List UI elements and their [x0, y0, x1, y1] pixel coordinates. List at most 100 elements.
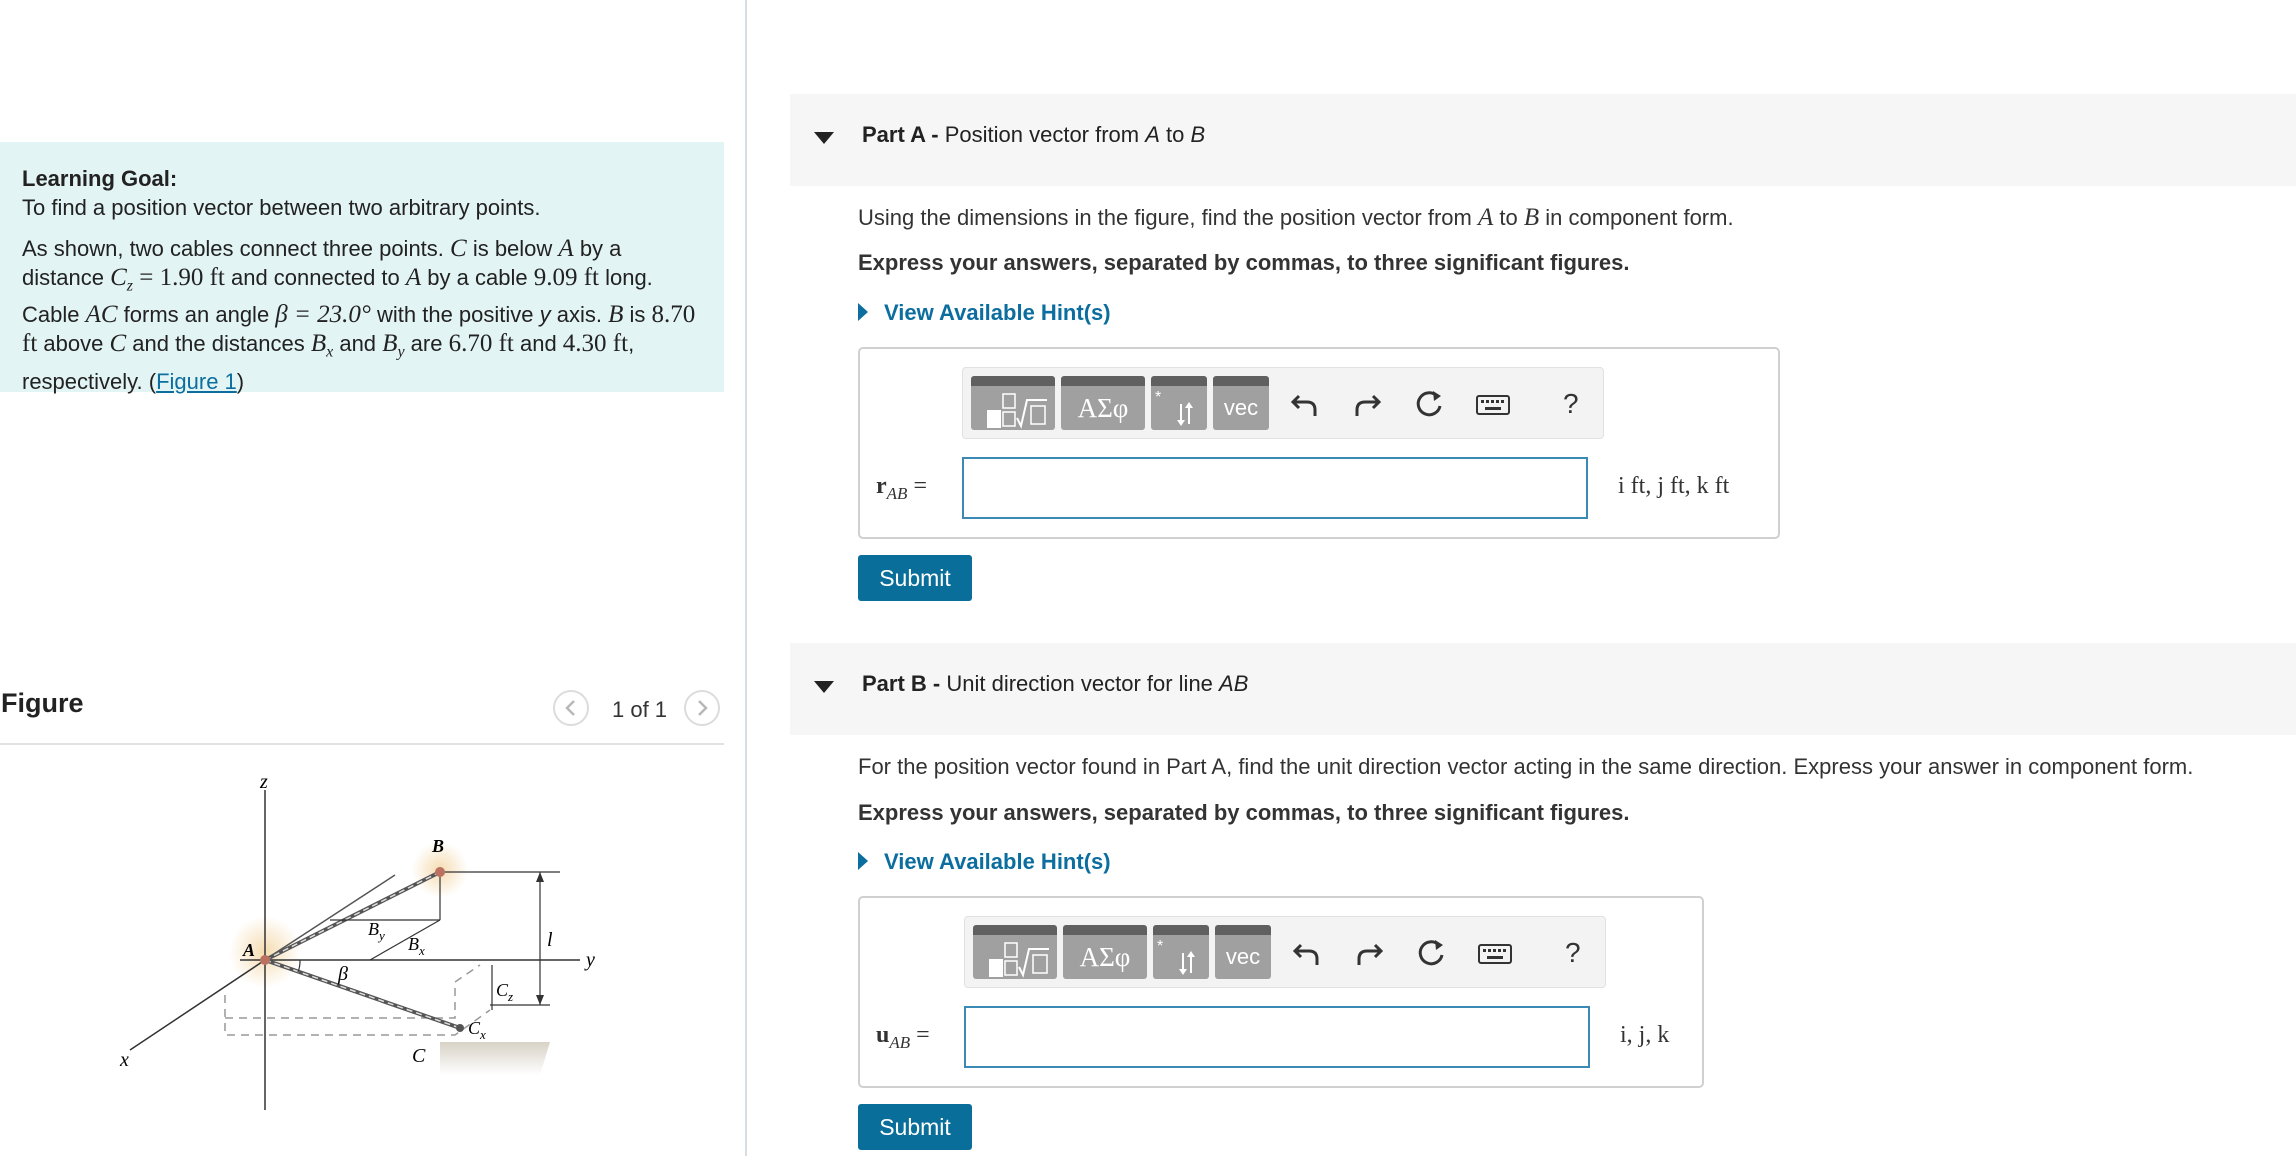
math-Bx: B [310, 330, 327, 358]
text: and connected to [224, 265, 406, 290]
reset-icon[interactable] [1413, 388, 1445, 420]
math-B: B [1523, 204, 1540, 231]
redo-icon[interactable] [1351, 388, 1383, 420]
vector-button[interactable]: vec [1215, 925, 1271, 979]
part-a-submit-button[interactable]: Submit [858, 555, 972, 601]
math-By-sub: y [397, 343, 405, 361]
svg-text:*: * [1157, 938, 1163, 955]
part-a-express: Express your answers, separated by comma… [858, 250, 1630, 275]
part-a-hint-link[interactable]: View Available Hint(s) [858, 300, 1111, 326]
math-beta: β = 23.0° [275, 301, 371, 329]
text: to [1159, 122, 1191, 147]
hint-label: View Available Hint(s) [884, 300, 1111, 325]
math-A: A [1478, 204, 1494, 231]
label-r: r [876, 473, 887, 499]
part-b-answer-box: ΑΣφ * vec ? uAB = i, j, k [858, 896, 1704, 1088]
subscript-superscript-button[interactable]: * [1153, 925, 1209, 979]
point-B [435, 867, 445, 877]
l-arrow-top [536, 872, 544, 882]
part-b-submit-button[interactable]: Submit [858, 1104, 972, 1150]
vector-button[interactable]: vec [1213, 376, 1269, 430]
part-b-instructions: For the position vector found in Part A,… [858, 754, 2194, 779]
caret-down-icon [814, 132, 834, 144]
keyboard-icon[interactable] [1477, 937, 1513, 969]
math-cable-length: 9.09 ft [533, 264, 599, 291]
redo-icon[interactable] [1353, 937, 1385, 969]
label-Cx: Cx [468, 1018, 486, 1042]
text: and [513, 331, 563, 357]
part-b-header[interactable]: Part B - Unit direction vector for line … [790, 643, 2296, 735]
keyboard-icon[interactable] [1475, 388, 1511, 420]
reset-icon[interactable] [1415, 937, 1447, 969]
greek-symbols-button[interactable]: ΑΣφ [1061, 376, 1145, 430]
text: ) [236, 368, 245, 394]
figure-header: Figure 1 of 1 [0, 683, 724, 745]
svg-text:*: * [1155, 389, 1161, 406]
chevron-left-icon [565, 700, 575, 716]
text: B [1190, 122, 1206, 147]
label-A: A [242, 940, 255, 960]
part-b-hint-link[interactable]: View Available Hint(s) [858, 849, 1111, 875]
math-A: A [558, 235, 574, 262]
subscript-superscript-icon: * [1155, 389, 1193, 426]
vec-label: vec [1225, 944, 1261, 969]
problem-statement: As shown, two cables connect three point… [22, 234, 702, 396]
fraction-sqrt-template-icon [987, 393, 1047, 429]
label-l: l [547, 929, 553, 951]
part-a-title: Part A - Position vector from A to B [862, 122, 1205, 148]
part-a-instructions: Using the dimensions in the figure, find… [858, 204, 1734, 232]
prev-figure-button[interactable] [553, 690, 589, 726]
math-Cz: C [110, 264, 127, 291]
part-b-title: Part B - Unit direction vector for line … [862, 671, 1248, 697]
label-B: B [431, 836, 444, 856]
label-sub: AB [889, 1032, 911, 1052]
figure-link[interactable]: Figure 1 [156, 369, 237, 394]
help-button[interactable]: ? [1565, 937, 1581, 969]
templates-button[interactable] [973, 925, 1057, 979]
text: to [1493, 205, 1524, 230]
caret-right-icon [858, 852, 868, 871]
label-u: u [876, 1022, 890, 1048]
undo-icon[interactable] [1289, 388, 1321, 420]
part-b-answer-input[interactable] [964, 1006, 1590, 1068]
ground-block [440, 1042, 550, 1075]
undo-icon[interactable] [1291, 937, 1323, 969]
part-a-header[interactable]: Part A - Position vector from A to B [790, 94, 2296, 186]
text: axis. [550, 302, 609, 328]
text: AB [1219, 671, 1249, 696]
part-b-answer-label: uAB = [876, 1022, 930, 1053]
part-b-express: Express your answers, separated by comma… [858, 800, 1630, 825]
label-beta: β [337, 963, 348, 985]
part-b-units: i, j, k [1620, 1022, 1670, 1048]
text: As shown, two cables connect three point… [22, 236, 451, 261]
left-panel: Learning Goal: To find a position vector… [0, 0, 747, 1156]
math-C: C [109, 330, 127, 358]
part-a-units: i ft, j ft, k ft [1618, 473, 1730, 499]
text: are [404, 331, 449, 357]
label-By: By [368, 919, 385, 943]
learning-goal-subtitle: To find a position vector between two ar… [22, 195, 541, 220]
label-Bx: Bx [408, 934, 425, 958]
subscript-superscript-button[interactable]: * [1151, 376, 1207, 430]
text: in component form. [1539, 205, 1734, 230]
greek-symbols-button[interactable]: ΑΣφ [1063, 925, 1147, 979]
next-figure-button[interactable] [684, 690, 720, 726]
part-b-math-toolbar: ΑΣφ * vec ? [964, 916, 1606, 988]
text: is below [466, 236, 559, 261]
math-Cz-value: = 1.90 ft [132, 264, 225, 291]
text: forms an angle [117, 302, 276, 328]
math-C: C [450, 235, 467, 262]
math-bx-value: 6.70 ft [448, 330, 514, 358]
vec-label: vec [1223, 395, 1259, 420]
part-a-answer-label: rAB = [876, 473, 927, 504]
part-a-answer-input[interactable] [962, 457, 1588, 519]
text: and [333, 331, 383, 357]
templates-button[interactable] [971, 376, 1055, 430]
learning-goal-title: Learning Goal: [22, 166, 178, 191]
text: by a cable [421, 265, 534, 290]
hint-label: View Available Hint(s) [884, 849, 1111, 874]
help-button[interactable]: ? [1563, 388, 1579, 420]
subscript-superscript-icon: * [1157, 938, 1195, 975]
caret-down-icon [814, 681, 834, 693]
x-axis [129, 959, 266, 1051]
